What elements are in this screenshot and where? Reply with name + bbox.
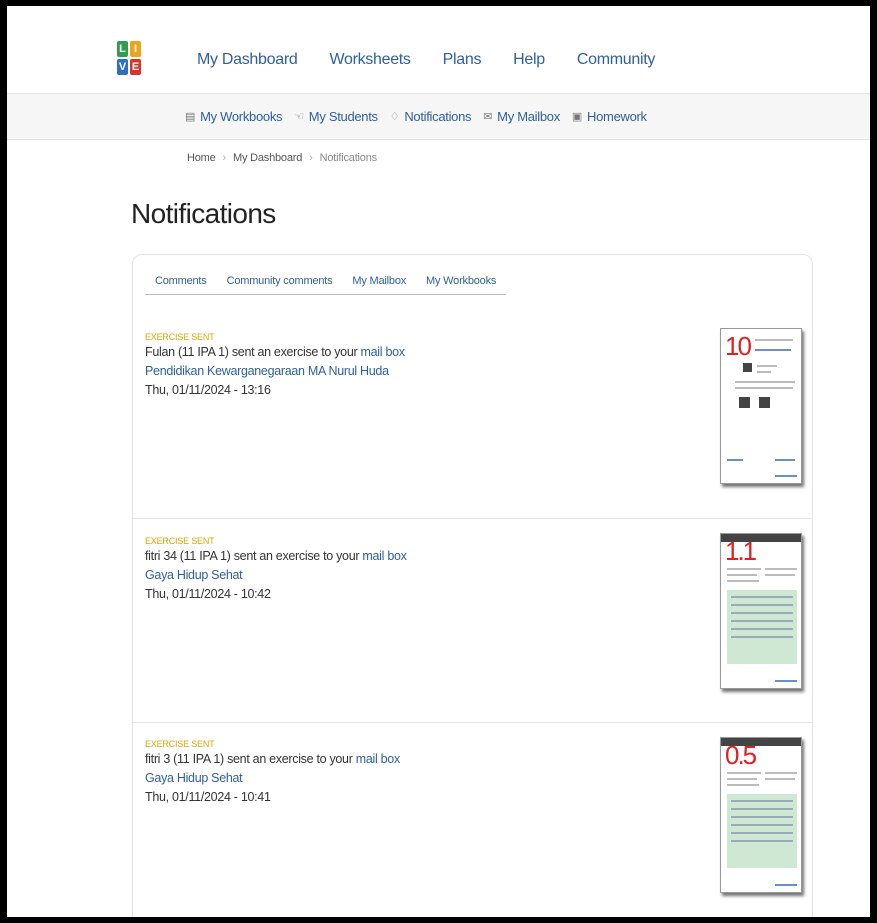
breadcrumb-current: Notifications <box>319 152 378 164</box>
mail-icon: ✉ <box>483 111 493 123</box>
exercise-thumbnail[interactable]: 10 <box>720 328 802 484</box>
logo-letter-i: I <box>130 41 141 57</box>
students-icon: ☜ <box>294 111 304 123</box>
subnav-label: Homework <box>587 109 647 124</box>
notifications-card: Comments Community comments My Mailbox M… <box>132 254 813 917</box>
notification-item: EXERCISE SENT fitri 3 (11 IPA 1) sent an… <box>145 739 813 804</box>
subnav-my-workbooks[interactable]: ▤ My Workbooks <box>185 109 283 124</box>
subnav-notifications[interactable]: ♢ Notifications <box>389 109 472 124</box>
subnav-label: My Students <box>308 109 378 124</box>
workbook-link[interactable]: Gaya Hidup Sehat <box>145 568 813 582</box>
tab-my-mailbox[interactable]: My Mailbox <box>342 275 416 287</box>
notification-message: Fulan (11 IPA 1) sent an exercise to you… <box>145 345 813 359</box>
breadcrumb-dashboard[interactable]: My Dashboard <box>233 152 302 164</box>
sub-navigation: ▤ My Workbooks ☜ My Students ♢ Notificat… <box>7 93 870 140</box>
tab-comments[interactable]: Comments <box>145 275 217 287</box>
main-nav: My Dashboard Worksheets Plans Help Commu… <box>197 51 687 69</box>
workbook-link[interactable]: Gaya Hidup Sehat <box>145 771 813 785</box>
breadcrumb: Home › My Dashboard › Notifications <box>187 152 377 164</box>
nav-community[interactable]: Community <box>577 51 656 69</box>
workbook-link[interactable]: Pendidikan Kewarganegaraan MA Nurul Huda <box>145 364 813 378</box>
tab-community-comments[interactable]: Community comments <box>217 275 343 287</box>
mail-box-link[interactable]: mail box <box>361 345 405 359</box>
score-label: 10 <box>725 331 752 361</box>
logo-letter-l: L <box>117 41 128 57</box>
notification-message: fitri 3 (11 IPA 1) sent an exercise to y… <box>145 752 813 766</box>
notification-date: Thu, 01/11/2024 - 10:42 <box>145 587 271 601</box>
notification-message: fitri 34 (11 IPA 1) sent an exercise to … <box>145 549 813 563</box>
notification-sender: fitri 34 (11 IPA 1) sent an exercise to … <box>145 549 360 563</box>
breadcrumb-home[interactable]: Home <box>187 152 216 164</box>
nav-plans[interactable]: Plans <box>443 51 482 69</box>
score-label: 0.5 <box>725 740 757 770</box>
nav-help[interactable]: Help <box>513 51 545 69</box>
mail-box-link[interactable]: mail box <box>362 549 406 563</box>
page-frame: L I V E My Dashboard Worksheets Plans He… <box>7 6 870 917</box>
logo-letter-e: E <box>130 59 141 75</box>
page-title: Notifications <box>131 198 276 229</box>
subnav-homework[interactable]: ▣ Homework <box>572 109 647 124</box>
notification-date: Thu, 01/11/2024 - 13:16 <box>145 383 271 397</box>
notification-date: Thu, 01/11/2024 - 10:41 <box>145 790 271 804</box>
live-logo[interactable]: L I V E <box>117 41 141 77</box>
divider <box>133 722 812 723</box>
notification-sender: fitri 3 (11 IPA 1) sent an exercise to y… <box>145 752 353 766</box>
score-label: 1.1 <box>725 536 757 566</box>
notification-type: EXERCISE SENT <box>145 536 215 546</box>
exercise-thumbnail[interactable]: 0.5 <box>720 737 802 893</box>
subnav-my-students[interactable]: ☜ My Students <box>294 109 378 124</box>
notification-tabs: Comments Community comments My Mailbox M… <box>145 275 507 295</box>
notification-type: EXERCISE SENT <box>145 332 215 342</box>
notification-item: EXERCISE SENT fitri 34 (11 IPA 1) sent a… <box>145 536 813 601</box>
exercise-thumbnail[interactable]: 1.1 <box>720 533 802 689</box>
workbook-icon: ▤ <box>185 111 196 123</box>
subnav-label: Notifications <box>404 109 472 124</box>
divider <box>133 518 812 519</box>
mail-box-link[interactable]: mail box <box>356 752 400 766</box>
notification-type: EXERCISE SENT <box>145 739 215 749</box>
tab-my-workbooks[interactable]: My Workbooks <box>416 275 506 287</box>
notification-sender: Fulan (11 IPA 1) sent an exercise to you… <box>145 345 358 359</box>
subnav-label: My Mailbox <box>497 109 560 124</box>
breadcrumb-separator: › <box>309 152 313 164</box>
subnav-label: My Workbooks <box>200 109 283 124</box>
bell-icon: ♢ <box>389 111 400 123</box>
nav-worksheets[interactable]: Worksheets <box>329 51 410 69</box>
notification-item: EXERCISE SENT Fulan (11 IPA 1) sent an e… <box>145 332 813 397</box>
homework-icon: ▣ <box>571 111 583 123</box>
logo-letter-v: V <box>117 59 128 75</box>
breadcrumb-separator: › <box>222 152 227 164</box>
top-navigation: L I V E My Dashboard Worksheets Plans He… <box>7 6 870 93</box>
subnav-my-mailbox[interactable]: ✉ My Mailbox <box>483 109 560 124</box>
nav-my-dashboard[interactable]: My Dashboard <box>197 51 298 69</box>
